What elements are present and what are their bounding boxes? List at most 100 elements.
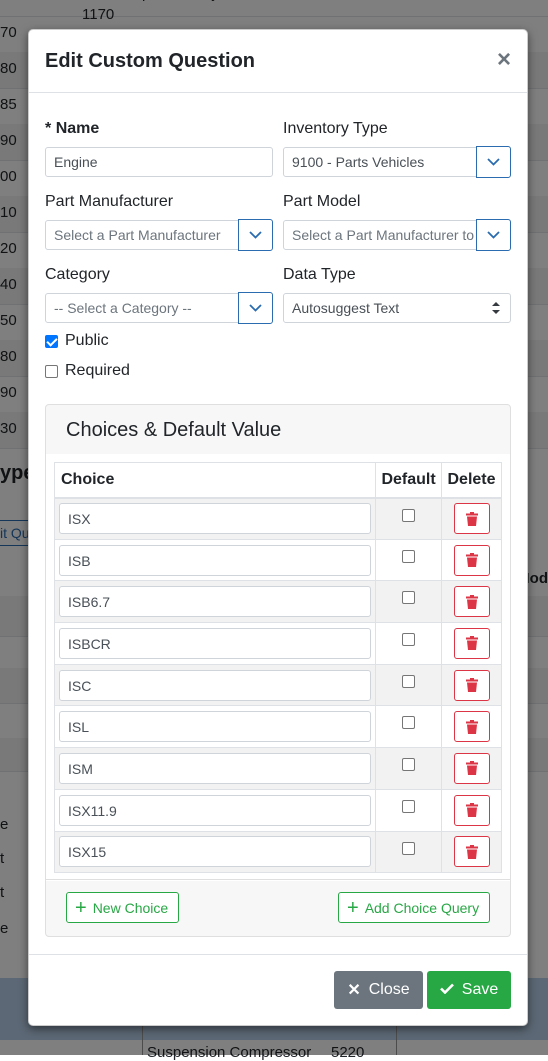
default-checkbox[interactable] — [402, 799, 416, 813]
required-checkbox-row[interactable]: Required — [45, 362, 130, 380]
trash-icon — [465, 844, 478, 859]
delete-choice-button[interactable] — [453, 586, 490, 618]
add-choice-query-button[interactable]: + Add Choice Query — [338, 892, 490, 923]
close-icon[interactable]: × — [497, 48, 511, 72]
default-checkbox[interactable] — [402, 841, 416, 855]
close-icon: ✕ — [347, 982, 361, 999]
category-label: Category — [45, 266, 110, 283]
trash-icon — [465, 594, 478, 609]
default-checkbox[interactable] — [402, 758, 416, 772]
part-manufacturer-label: Part Manufacturer — [45, 193, 174, 210]
choices-card-title: Choices & Default Value — [66, 419, 282, 441]
delete-choice-button[interactable] — [453, 752, 490, 784]
trash-icon — [465, 803, 478, 818]
modal-title: Edit Custom Question — [45, 50, 255, 72]
choices-table: Choice Default Delete ISX ISB ISB6.7 ISBCR I… — [53, 462, 502, 874]
choices-card-footer: + New Choice + Add Choice Query — [46, 879, 510, 936]
default-checkbox[interactable] — [402, 633, 416, 647]
choice-row: ISL — [53, 705, 502, 749]
default-checkbox[interactable] — [402, 508, 416, 522]
choice-row: ISX11.9 — [53, 788, 502, 832]
choice-row: ISBCR — [53, 622, 502, 665]
choices-table-header: Choice Default Delete — [53, 462, 502, 499]
trash-icon — [465, 761, 478, 776]
part-model-label: Part Model — [283, 193, 361, 210]
public-checkbox-row[interactable]: Public — [45, 332, 109, 350]
new-choice-label: New Choice — [92, 899, 169, 916]
select-arrows-icon — [492, 302, 500, 314]
save-button-label: Save — [461, 981, 499, 998]
delete-choice-button[interactable] — [453, 544, 490, 576]
choices-card: Choices & Default Value Choice Default D… — [45, 404, 511, 937]
choice-input[interactable]: ISX11.9 — [59, 794, 372, 826]
delete-column-header: Delete — [441, 462, 502, 499]
category-dropdown-button[interactable] — [238, 292, 273, 324]
public-checkbox[interactable] — [45, 334, 58, 348]
check-icon — [439, 981, 454, 999]
category-select[interactable]: -- Select a Category -- — [45, 293, 241, 323]
chevron-down-icon — [249, 304, 262, 312]
plus-icon: + — [347, 896, 359, 919]
trash-icon — [465, 719, 478, 734]
public-label: Public — [65, 332, 109, 349]
trash-icon — [465, 511, 478, 526]
choice-input[interactable]: ISX — [59, 503, 372, 535]
delete-choice-button[interactable] — [453, 503, 490, 535]
inventory-type-select[interactable]: 9100 - Parts Vehicles — [283, 147, 479, 177]
required-label: Required — [65, 362, 130, 379]
inventory-type-dropdown-button[interactable] — [476, 146, 511, 178]
default-checkbox[interactable] — [402, 674, 416, 688]
required-mark: * — [45, 120, 52, 137]
save-button[interactable]: Save — [427, 971, 511, 1009]
choice-input[interactable]: ISM — [59, 752, 372, 784]
choice-input[interactable]: ISL — [59, 711, 372, 743]
delete-choice-button[interactable] — [453, 669, 490, 701]
choice-input[interactable]: ISC — [59, 669, 372, 701]
name-input[interactable]: Engine — [45, 147, 273, 177]
choice-column-header: Choice — [53, 462, 377, 499]
choice-row: ISM — [53, 747, 502, 790]
choice-input[interactable]: ISB — [59, 544, 372, 576]
trash-icon — [465, 553, 478, 568]
chevron-down-icon — [487, 231, 500, 239]
choice-row: ISB — [53, 538, 502, 582]
choice-row: ISC — [53, 663, 502, 707]
data-type-label: Data Type — [283, 266, 356, 283]
chevron-down-icon — [487, 158, 500, 166]
default-checkbox[interactable] — [402, 591, 416, 605]
default-column-header: Default — [375, 462, 443, 499]
part-manufacturer-dropdown-button[interactable] — [238, 219, 273, 251]
delete-choice-button[interactable] — [453, 627, 490, 659]
choice-row: ISX — [53, 497, 502, 540]
choice-row: ISX15 — [53, 830, 502, 874]
trash-icon — [465, 678, 478, 693]
modal-header: Edit Custom Question × — [29, 30, 527, 93]
close-button-label: Close — [368, 981, 410, 998]
default-checkbox[interactable] — [402, 716, 416, 730]
data-type-select[interactable]: Autosuggest Text — [283, 293, 511, 323]
part-model-dropdown-button[interactable] — [476, 219, 511, 251]
add-choice-query-label: Add Choice Query — [364, 899, 480, 916]
close-button[interactable]: ✕ Close — [334, 971, 423, 1009]
choice-input[interactable]: ISBCR — [59, 627, 372, 659]
new-choice-button[interactable]: + New Choice — [66, 892, 179, 923]
name-label: * Name — [45, 120, 99, 138]
delete-choice-button[interactable] — [453, 794, 490, 826]
choice-row: ISB6.7 — [53, 580, 502, 624]
plus-icon: + — [75, 896, 87, 919]
part-manufacturer-select[interactable]: Select a Part Manufacturer — [45, 220, 241, 250]
delete-choice-button[interactable] — [453, 836, 490, 868]
choices-card-body: Choice Default Delete ISX ISB ISB6.7 ISBCR I… — [46, 454, 510, 881]
choice-input[interactable]: ISX15 — [59, 836, 372, 868]
part-model-select[interactable]: Select a Part Manufacturer to — [283, 220, 479, 250]
chevron-down-icon — [249, 231, 262, 239]
choices-card-header: Choices & Default Value — [46, 405, 510, 455]
choice-input[interactable]: ISB6.7 — [59, 586, 372, 618]
delete-choice-button[interactable] — [453, 711, 490, 743]
default-checkbox[interactable] — [402, 549, 416, 563]
required-checkbox[interactable] — [45, 364, 58, 378]
modal-footer: ✕ Close Save — [29, 954, 527, 1025]
trash-icon — [465, 636, 478, 651]
name-label-text: Name — [55, 120, 100, 137]
data-type-value: Autosuggest Text — [292, 300, 400, 316]
